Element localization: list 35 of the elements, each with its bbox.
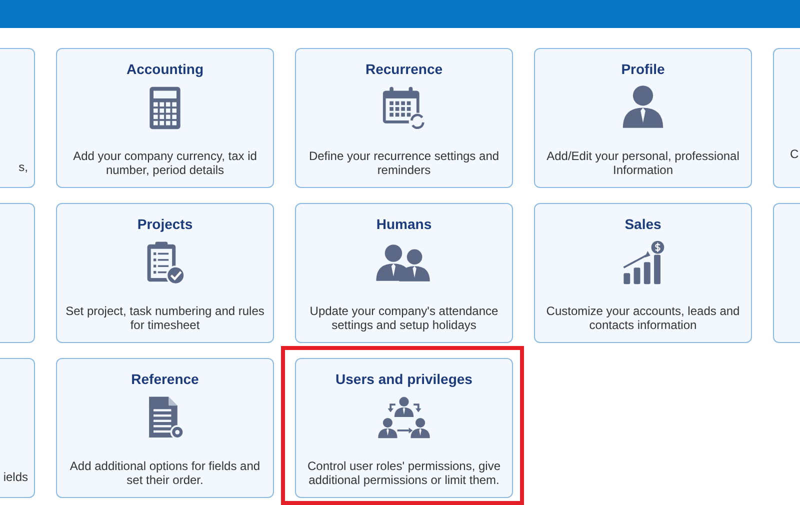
card-title: Recurrence	[365, 61, 443, 77]
settings-card[interactable]: Projects Set project, task numbering and rules for timesheet	[56, 203, 274, 343]
settings-card[interactable]: Humans Update your company's attendance settings and setup holidays	[295, 203, 513, 343]
card-title: Humans	[376, 216, 432, 232]
card-description: Add/Edit your personal, professional Information	[546, 149, 740, 177]
card-title: Profile	[621, 61, 665, 77]
settings-card[interactable]: C	[773, 48, 800, 188]
settings-card[interactable]: Recurrence Define your recurrence settings and reminders	[295, 48, 513, 188]
card-title: Reference	[131, 371, 199, 387]
settings-card[interactable]: Profile Add/Edit your personal, professional Information	[534, 48, 752, 188]
card-description: Add your company currency, tax id number, period details	[72, 149, 258, 177]
card-description: ields	[3, 470, 28, 484]
settings-card[interactable]: Reference Add additional options for fields and set their order.	[56, 358, 274, 498]
card-description: Add additional options for fields and set their order.	[68, 459, 262, 487]
users-cycle-icon	[375, 395, 433, 441]
settings-card[interactable]: s,	[0, 48, 35, 188]
card-description: Define your recurrence settings and reminders	[308, 149, 500, 177]
card-description: Customize your accounts, leads and contacts information	[545, 304, 741, 332]
person-icon	[620, 85, 666, 131]
card-description: Update your company's attendance settings and setup holidays	[308, 304, 500, 332]
settings-card[interactable]	[773, 203, 800, 343]
card-description: Set project, task numbering and rules for timesheet	[65, 304, 265, 332]
settings-card[interactable]	[0, 203, 35, 343]
card-description: C	[790, 147, 799, 161]
settings-card[interactable]: ields	[0, 358, 35, 498]
settings-card[interactable]: Sales Customize your accounts, leads and contacts information	[534, 203, 752, 343]
settings-card[interactable]: Users and privileges Control user roles' permissions, give additional permissions or limit them.	[295, 358, 513, 498]
settings-card[interactable]: Accounting Add your company currency, tax id number, period details	[56, 48, 274, 188]
card-title: Projects	[137, 216, 193, 232]
card-description: Control user roles' permissions, give additional permissions or limit them.	[306, 459, 502, 487]
card-description: s,	[18, 160, 28, 174]
card-title: Sales	[624, 216, 662, 232]
card-title: Accounting	[126, 61, 204, 77]
card-title: Users and privileges	[336, 371, 472, 387]
calendar-refresh-icon	[381, 85, 427, 131]
